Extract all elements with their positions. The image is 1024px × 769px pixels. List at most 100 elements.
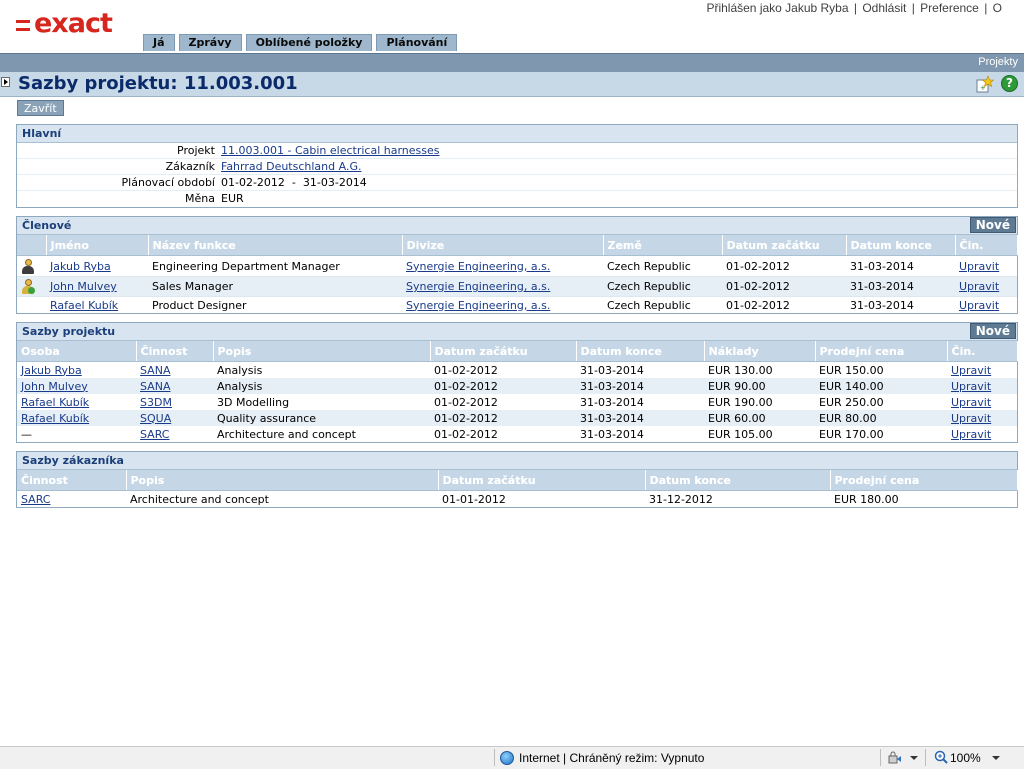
- field-value: EUR: [221, 192, 244, 205]
- table-row: Jakub Ryba SANA Analysis 01-02-2012 31-0…: [17, 362, 1017, 379]
- members-panel-header: Členové Nové: [17, 217, 1017, 235]
- rate-cost: EUR 130.00: [708, 363, 773, 377]
- edit-link[interactable]: Upravit: [959, 299, 999, 312]
- edit-link[interactable]: Upravit: [951, 412, 991, 425]
- project-link[interactable]: 11.003.001 - Cabin electrical harnesses: [221, 144, 440, 157]
- column-header[interactable]: Datum konce: [846, 235, 956, 256]
- member-division-link[interactable]: Synergie Engineering, a.s.: [406, 280, 550, 293]
- column-header[interactable]: Datum začátku: [438, 470, 646, 491]
- column-header[interactable]: Prodejní cena: [830, 470, 1018, 491]
- column-header[interactable]: Název funkce: [148, 235, 403, 256]
- column-header[interactable]: Datum začátku: [722, 235, 847, 256]
- svg-text:+: +: [980, 84, 986, 92]
- table-row: Jakub Ryba Engineering Department Manage…: [17, 255, 1017, 277]
- member-person-icon: [21, 279, 35, 294]
- edit-link[interactable]: Upravit: [951, 380, 991, 393]
- security-zone-text[interactable]: Internet | Chráněný režim: Vypnuto: [519, 751, 704, 765]
- add-favorite-icon[interactable]: +: [976, 75, 994, 93]
- member-function: Sales Manager: [148, 276, 402, 297]
- manager-person-icon: [21, 258, 35, 274]
- column-header[interactable]: Činnost: [136, 341, 214, 362]
- rate-end: 31-03-2014: [576, 410, 704, 426]
- breadcrumb-band: Projekty: [0, 53, 1024, 72]
- new-member-button[interactable]: Nové: [969, 217, 1016, 233]
- column-header[interactable]: Popis: [126, 470, 439, 491]
- tab-oblibene-polozky[interactable]: Oblíbené položky: [245, 34, 373, 51]
- tab-ja[interactable]: Já: [143, 34, 175, 51]
- rate-person-link[interactable]: Rafael Kubík: [21, 396, 89, 409]
- rate-person-link[interactable]: Jakub Ryba: [21, 364, 82, 377]
- more-link[interactable]: O: [993, 1, 1002, 15]
- rate-activity-link[interactable]: S3DM: [140, 396, 172, 409]
- exact-logo[interactable]: exact: [16, 9, 113, 39]
- edit-link[interactable]: Upravit: [959, 260, 999, 273]
- rate-price: EUR 170.00: [819, 427, 884, 441]
- rate-person-link[interactable]: Rafael Kubík: [21, 412, 89, 425]
- column-header-icon: [17, 235, 47, 256]
- member-end: 31-03-2014: [850, 298, 914, 312]
- column-header[interactable]: Divize: [402, 235, 604, 256]
- chevron-down-icon[interactable]: [910, 756, 918, 760]
- rate-activity-link[interactable]: SANA: [140, 380, 170, 393]
- protected-mode-icon[interactable]: [888, 751, 902, 764]
- customer-rates-header-row: Činnost Popis Datum začátku Datum konce …: [17, 470, 1018, 491]
- rate-start: 01-02-2012: [434, 363, 498, 377]
- customer-activity-link[interactable]: SARC: [21, 493, 51, 506]
- rate-activity-link[interactable]: SQUA: [140, 412, 171, 425]
- preferences-link[interactable]: Preference: [920, 1, 979, 15]
- column-header[interactable]: Země: [603, 235, 723, 256]
- member-end: 31-03-2014: [846, 276, 955, 297]
- column-header[interactable]: Prodejní cena: [815, 341, 948, 362]
- rate-start: 01-02-2012: [434, 395, 498, 409]
- customer-link[interactable]: Fahrrad Deutschland A.G.: [221, 160, 361, 173]
- edit-link[interactable]: Upravit: [959, 280, 999, 293]
- main-panel: Hlavní Projekt 11.003.001 - Cabin electr…: [16, 124, 1018, 208]
- rate-activity-link[interactable]: SARC: [140, 428, 170, 441]
- zoom-level[interactable]: 100%: [950, 751, 981, 765]
- rate-end: 31-03-2014: [580, 395, 644, 409]
- edit-link[interactable]: Upravit: [951, 428, 991, 441]
- tab-planovani[interactable]: Plánování: [376, 34, 458, 51]
- member-name-link[interactable]: John Mulvey: [50, 280, 117, 293]
- column-header[interactable]: Datum konce: [576, 341, 705, 362]
- close-button[interactable]: Zavřít: [17, 100, 64, 116]
- member-start: 01-02-2012: [726, 298, 790, 312]
- column-header: Čin.: [955, 235, 1018, 256]
- logout-link[interactable]: Odhlásit: [862, 1, 906, 15]
- help-icon[interactable]: ?: [1001, 75, 1018, 92]
- rate-description: Quality assurance: [213, 410, 430, 426]
- field-value: 01-02-2012 - 31-03-2014: [221, 176, 367, 189]
- column-header[interactable]: Činnost: [17, 470, 127, 491]
- column-header[interactable]: Datum konce: [645, 470, 831, 491]
- sidebar-toggle-icon[interactable]: [1, 77, 10, 87]
- member-name-link[interactable]: Rafael Kubík: [50, 299, 118, 312]
- chevron-down-icon[interactable]: [992, 756, 1000, 760]
- column-header[interactable]: Náklady: [704, 341, 816, 362]
- breadcrumb[interactable]: Projekty: [978, 56, 1018, 68]
- edit-link[interactable]: Upravit: [951, 396, 991, 409]
- member-end: 31-03-2014: [846, 255, 955, 277]
- status-divider: [880, 749, 881, 766]
- rate-cost: EUR 105.00: [708, 427, 773, 441]
- zoom-icon[interactable]: [934, 750, 948, 764]
- field-label: Měna: [185, 192, 215, 205]
- tab-zpravy[interactable]: Zprávy: [178, 34, 242, 51]
- member-name-link[interactable]: Jakub Ryba: [50, 260, 111, 273]
- rate-person-link[interactable]: John Mulvey: [21, 380, 88, 393]
- column-header[interactable]: Popis: [213, 341, 431, 362]
- member-division-link[interactable]: Synergie Engineering, a.s.: [406, 260, 550, 273]
- edit-link[interactable]: Upravit: [951, 364, 991, 377]
- project-rates-table: Osoba Činnost Popis Datum začátku Datum …: [17, 341, 1018, 442]
- column-header[interactable]: Jméno: [46, 235, 149, 256]
- field-planning-period: Plánovací období 01-02-2012 - 31-03-2014: [17, 175, 1017, 191]
- new-rate-button[interactable]: Nové: [969, 323, 1016, 339]
- customer-rates-table: Činnost Popis Datum začátku Datum konce …: [17, 470, 1018, 507]
- column-header[interactable]: Datum začátku: [430, 341, 577, 362]
- table-row: — SARC Architecture and concept 01-02-20…: [17, 426, 1017, 442]
- member-start: 01-02-2012: [722, 276, 846, 297]
- page-title: Sazby projektu: 11.003.001: [18, 73, 298, 94]
- member-division-link[interactable]: Synergie Engineering, a.s.: [406, 299, 550, 312]
- column-header[interactable]: Osoba: [17, 341, 137, 362]
- rate-activity-link[interactable]: SANA: [140, 364, 170, 377]
- rate-description: Analysis: [213, 378, 430, 394]
